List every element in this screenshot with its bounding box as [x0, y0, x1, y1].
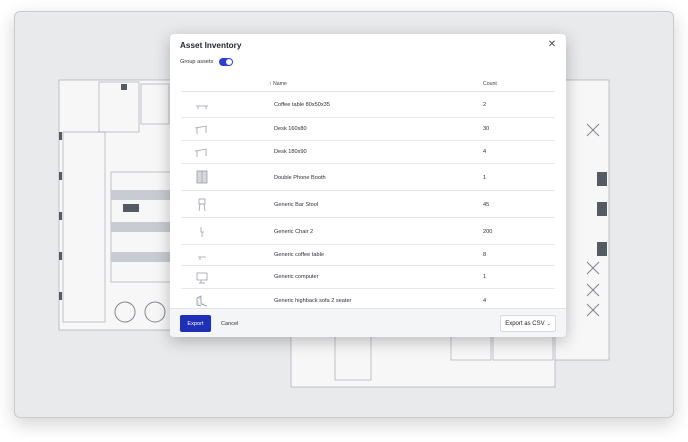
- row-count: 4: [483, 298, 487, 304]
- row-count: 1: [483, 274, 487, 280]
- asset-inventory-dialog: Asset Inventory ✕ Group assets ↑ Name Co…: [170, 34, 566, 337]
- row-count: 200: [483, 229, 493, 235]
- row-count: 8: [483, 252, 487, 258]
- row-name: Desk 160x80: [274, 126, 307, 132]
- row-name: Generic computer: [274, 274, 319, 280]
- row-count: 30: [483, 126, 490, 132]
- sofa-icon: [196, 295, 208, 307]
- close-icon[interactable]: ✕: [546, 39, 558, 51]
- phone-booth-icon: [196, 170, 208, 184]
- row-name: Generic Chair 2: [274, 229, 314, 235]
- row-name: Generic highback sofa 2 seater: [274, 298, 352, 304]
- row-name: Coffee table 80x50x35: [274, 102, 330, 108]
- bar-stool-icon: [198, 198, 206, 212]
- cancel-button[interactable]: Cancel: [221, 315, 238, 332]
- asset-table: ↑ Name Count Coffee table 80x50x35 2 Des…: [181, 75, 555, 313]
- table-row[interactable]: Generic coffee table 8: [181, 245, 555, 266]
- row-name: Generic Bar Stool: [274, 202, 319, 208]
- group-assets-row: Group assets: [180, 57, 234, 67]
- coffee-table-icon: [196, 105, 208, 109]
- export-csv-label: Export as CSV: [505, 320, 545, 327]
- table-row[interactable]: Generic Bar Stool 45: [181, 191, 555, 218]
- group-assets-label: Group assets: [180, 59, 214, 65]
- group-assets-toggle[interactable]: [219, 58, 234, 66]
- column-header-count[interactable]: Count: [483, 81, 497, 87]
- table-row[interactable]: Coffee table 80x50x35 2: [181, 92, 555, 118]
- table-header: ↑ Name Count: [181, 75, 555, 92]
- dialog-title: Asset Inventory: [180, 41, 242, 50]
- column-header-name[interactable]: ↑ Name: [269, 81, 287, 87]
- row-count: 45: [483, 202, 490, 208]
- row-count: 2: [483, 102, 487, 108]
- export-csv-dropdown[interactable]: Export as CSV ⌄: [500, 315, 556, 332]
- table-row[interactable]: Double Phone Booth 1: [181, 164, 555, 191]
- chair-icon: [200, 227, 204, 237]
- row-name: Desk 180x90: [274, 149, 307, 155]
- coffee-table-icon: [198, 256, 206, 260]
- table-row[interactable]: Generic Chair 2 200: [181, 218, 555, 245]
- table-row[interactable]: Desk 160x80 30: [181, 118, 555, 141]
- table-row[interactable]: Desk 180x90 4: [181, 141, 555, 164]
- desk-icon: [194, 125, 208, 134]
- app-window: Asset Inventory ✕ Group assets ↑ Name Co…: [14, 11, 674, 418]
- table-row[interactable]: Generic computer 1: [181, 266, 555, 289]
- row-name: Generic coffee table: [274, 252, 324, 258]
- desk-icon: [194, 148, 208, 157]
- row-count: 1: [483, 175, 487, 181]
- dialog-footer: Export Cancel Export as CSV ⌄: [170, 308, 566, 337]
- row-name: Double Phone Booth: [274, 175, 326, 181]
- sort-ascending-icon: ↑: [269, 81, 272, 87]
- computer-icon: [196, 272, 208, 284]
- row-count: 4: [483, 149, 487, 155]
- export-button[interactable]: Export: [180, 315, 211, 332]
- chevron-down-icon: ⌄: [546, 320, 551, 327]
